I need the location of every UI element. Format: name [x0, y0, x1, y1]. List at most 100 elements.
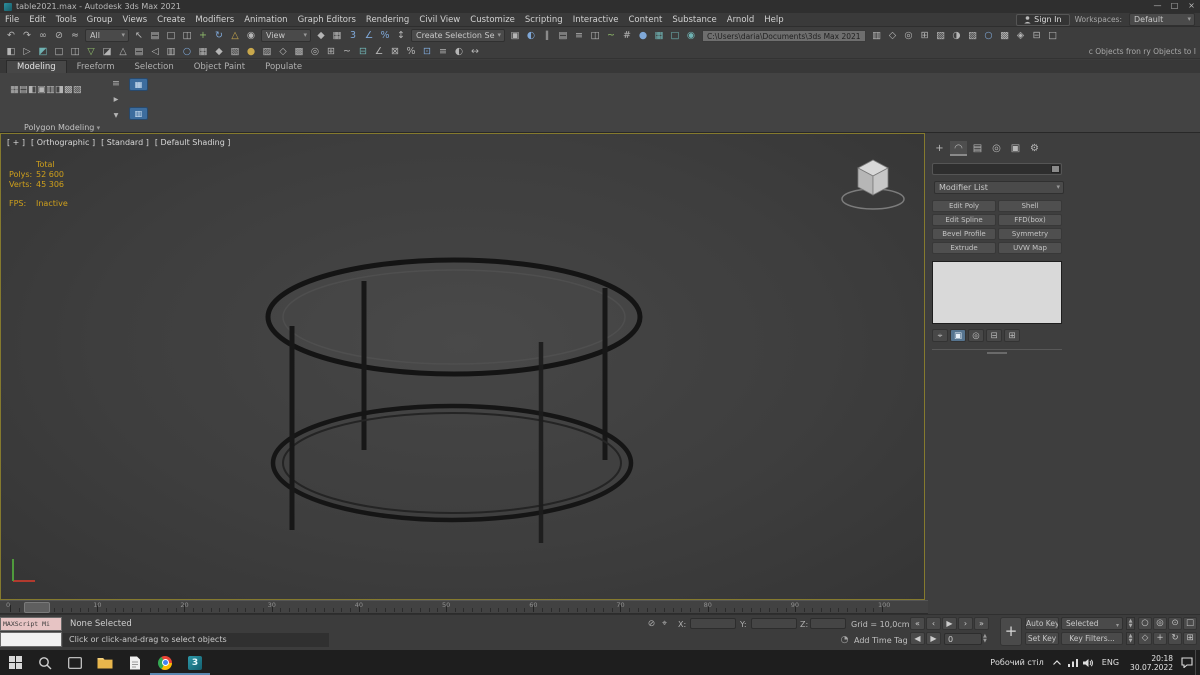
timeline-track-bar[interactable]: 0 10 20 30 40 50 60 70 80 90 100 — [0, 600, 928, 614]
ribbon-tab-selection[interactable]: Selection — [125, 61, 184, 73]
snap-toggle-icon[interactable]: 3 — [345, 29, 361, 42]
workspace-dropdown[interactable]: Default — [1129, 13, 1195, 26]
menu-item-interactive[interactable]: Interactive — [568, 15, 624, 25]
material-editor-icon[interactable]: ● — [635, 29, 651, 42]
modify-tab-icon[interactable]: ◠ — [950, 141, 967, 156]
field-of-view-icon[interactable]: ◇ — [1138, 632, 1152, 645]
ribbon-button-6[interactable]: ◨ — [55, 84, 64, 95]
toolbar2-icon-7[interactable]: ◪ — [99, 45, 115, 58]
modifier-button-shell[interactable]: Shell — [998, 200, 1062, 212]
toolbar2-icon-21[interactable]: ⊞ — [323, 45, 339, 58]
toolbar2-icon-3[interactable]: ◩ — [35, 45, 51, 58]
ribbon-panel-label[interactable]: Polygon Modeling — [24, 123, 100, 132]
percent-snap-icon[interactable]: % — [377, 29, 393, 42]
key-filters-button[interactable]: Key Filters... — [1061, 632, 1123, 645]
y-coordinate-field[interactable] — [751, 618, 797, 629]
toolbar2-icon-1[interactable]: ◧ — [3, 45, 19, 58]
modifier-list-dropdown[interactable]: Modifier List — [934, 181, 1064, 194]
toolbar2-icon-12[interactable]: ○ — [179, 45, 195, 58]
menu-item-views[interactable]: Views — [118, 15, 153, 25]
desktop-toolbar-label[interactable]: Робочий стіл — [990, 658, 1044, 667]
ribbon-button-2[interactable]: ▤ — [19, 84, 28, 95]
maximize-viewport-icon[interactable]: ⊞ — [1183, 632, 1197, 645]
pin-stack-icon[interactable]: ⌖ — [932, 329, 948, 342]
rollout-handle[interactable] — [987, 352, 1007, 354]
absolute-mode-icon[interactable]: ⌖ — [658, 618, 671, 630]
z-coordinate-field[interactable] — [810, 618, 846, 629]
add-time-tag[interactable]: ◔ Add Time Tag — [838, 634, 908, 646]
toolbar-icon-2[interactable]: ◇ — [885, 29, 901, 42]
menu-item-customize[interactable]: Customize — [465, 15, 520, 25]
toolbar2-icon-29[interactable]: ◐ — [451, 45, 467, 58]
unlink-selection-icon[interactable]: ⊘ — [51, 29, 67, 42]
remove-modifier-icon[interactable]: ⊟ — [986, 329, 1002, 342]
edit-named-selection-sets-icon[interactable]: ▣ — [507, 29, 523, 42]
current-frame-field[interactable]: 0 — [944, 632, 982, 645]
previous-frame-button[interactable]: ‹ — [926, 617, 941, 630]
keyframe-spinner-up[interactable]: ▲ ▼ — [1126, 617, 1135, 630]
modifier-button-uvw-map[interactable]: UVW Map — [998, 242, 1062, 254]
undo-icon[interactable]: ↶ — [3, 29, 19, 42]
show-end-result-icon[interactable]: ▣ — [950, 329, 966, 342]
layer-manager-icon[interactable]: ▤ — [555, 29, 571, 42]
utilities-tab-icon[interactable]: ⚙ — [1026, 141, 1043, 156]
table-3d-model[interactable] — [1, 134, 924, 599]
zoom-icon[interactable]: ○ — [1138, 617, 1152, 630]
ribbon-tab-modeling[interactable]: Modeling — [6, 60, 67, 73]
redo-icon[interactable]: ↷ — [19, 29, 35, 42]
project-path-field[interactable]: C:\Users\daria\Documents\3ds Max 2021 — [702, 29, 866, 42]
render-setup-icon[interactable]: ▦ — [651, 29, 667, 42]
play-button[interactable]: ▶ — [942, 617, 957, 630]
toolbar2-icon-27[interactable]: ⊡ — [419, 45, 435, 58]
network-icon[interactable] — [1065, 650, 1081, 675]
modifier-button-ffd-box[interactable]: FFD(box) — [998, 214, 1062, 226]
ribbon-button-4[interactable]: ▣ — [37, 84, 46, 95]
ribbon-side-icon-1[interactable]: ≡ — [112, 77, 120, 93]
key-selection-dropdown[interactable]: Selected — [1061, 617, 1123, 631]
selection-filter-dropdown[interactable]: All — [85, 29, 129, 42]
next-key-button[interactable]: ▶ — [926, 632, 941, 645]
menu-item-help[interactable]: Help — [759, 15, 788, 25]
chevron-up-icon[interactable] — [1049, 650, 1065, 675]
select-and-scale-icon[interactable]: △ — [227, 29, 243, 42]
toolbar2-icon-15[interactable]: ▧ — [227, 45, 243, 58]
menu-item-edit[interactable]: Edit — [24, 15, 50, 25]
toolbar-icon-3[interactable]: ◎ — [901, 29, 917, 42]
menu-item-file[interactable]: File — [0, 15, 24, 25]
view-cube[interactable] — [838, 150, 908, 214]
toolbar-icon-6[interactable]: ◑ — [949, 29, 965, 42]
ribbon-toggle-icon[interactable]: ◫ — [587, 29, 603, 42]
minimize-button[interactable]: — — [1149, 0, 1166, 13]
time-slider-handle[interactable] — [24, 602, 50, 613]
spinner-snap-icon[interactable]: ↕ — [393, 29, 409, 42]
auto-key-button[interactable]: Auto Key — [1025, 617, 1059, 630]
rectangular-selection-icon[interactable]: □ — [163, 29, 179, 42]
menu-item-create[interactable]: Create — [152, 15, 190, 25]
next-frame-button[interactable]: › — [958, 617, 973, 630]
keyboard-override-icon[interactable]: ▦ — [329, 29, 345, 42]
select-object-icon[interactable]: ↖ — [131, 29, 147, 42]
ribbon-side-icon-2[interactable]: ▸ — [112, 93, 120, 109]
clock[interactable]: 20:18 30.07.2022 — [1130, 654, 1173, 672]
zoom-extents-icon[interactable]: ⊙ — [1168, 617, 1182, 630]
modifier-button-extrude[interactable]: Extrude — [932, 242, 996, 254]
toolbar2-icon-22[interactable]: ~ — [339, 45, 355, 58]
object-color-swatch[interactable] — [1051, 165, 1060, 173]
set-keys-button[interactable]: + — [1000, 617, 1022, 646]
volume-icon[interactable] — [1081, 650, 1097, 675]
schematic-view-icon[interactable]: # — [619, 29, 635, 42]
select-and-move-icon[interactable]: + — [195, 29, 211, 42]
toolbar2-icon-8[interactable]: △ — [115, 45, 131, 58]
menu-item-substance[interactable]: Substance — [667, 15, 721, 25]
toolbar2-icon-6[interactable]: ▽ — [83, 45, 99, 58]
menu-item-modifiers[interactable]: Modifiers — [190, 15, 239, 25]
ribbon-button-3[interactable]: ◧ — [28, 84, 37, 95]
menu-item-civil-view[interactable]: Civil View — [414, 15, 465, 25]
angle-snap-icon[interactable]: ∠ — [361, 29, 377, 42]
toolbar2-icon-10[interactable]: ◁ — [147, 45, 163, 58]
toolbar-icon-1[interactable]: ▥ — [869, 29, 885, 42]
menu-item-group[interactable]: Group — [82, 15, 118, 25]
toolbar2-icon-18[interactable]: ◇ — [275, 45, 291, 58]
ribbon-highlight-icon-1[interactable]: ▦ — [129, 78, 148, 91]
display-tab-icon[interactable]: ▣ — [1007, 141, 1024, 156]
